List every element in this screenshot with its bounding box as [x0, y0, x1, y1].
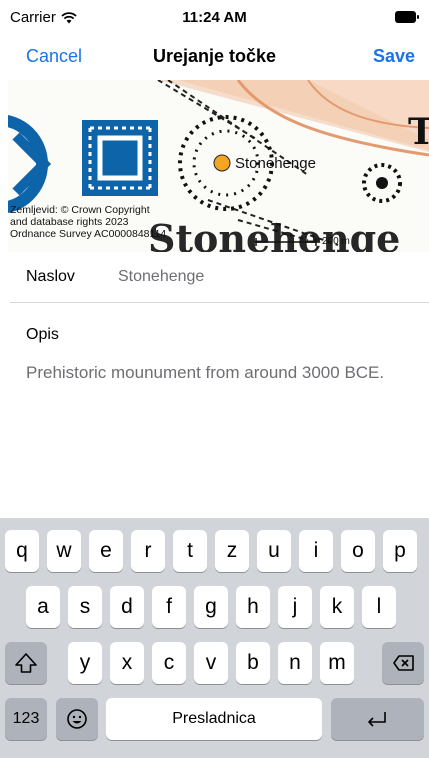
- key-label: f: [166, 595, 172, 618]
- save-button[interactable]: Save: [373, 46, 415, 67]
- status-bar: Carrier 11:24 AM: [0, 0, 429, 36]
- shift-icon: [15, 653, 37, 673]
- key-label: l: [376, 595, 382, 618]
- key-e[interactable]: e: [89, 530, 123, 572]
- description-label: Opis: [26, 326, 59, 343]
- return-icon: [368, 712, 386, 727]
- key-label: c: [163, 651, 175, 674]
- key-d[interactable]: d: [110, 586, 144, 628]
- key-g[interactable]: g: [194, 586, 228, 628]
- navigation-bar: Cancel Urejanje točke Save: [0, 36, 429, 80]
- key-label: k: [331, 595, 343, 618]
- attribution-line: Ordnance Survey AC0000848114: [10, 228, 167, 240]
- key-x[interactable]: x: [110, 642, 144, 684]
- key-label: z: [226, 539, 238, 562]
- attribution-line: and database rights 2023: [10, 216, 129, 228]
- key-label: m: [328, 651, 346, 674]
- key-label: t: [187, 539, 193, 562]
- key-i[interactable]: i: [299, 530, 333, 572]
- key-label: q: [16, 539, 28, 562]
- delete-key[interactable]: [382, 642, 424, 684]
- key-j[interactable]: j: [278, 586, 312, 628]
- key-label: p: [394, 539, 406, 562]
- key-label: y: [79, 651, 91, 674]
- key-o[interactable]: o: [341, 530, 375, 572]
- key-c[interactable]: c: [152, 642, 186, 684]
- title-field-row[interactable]: Naslov Stonehenge: [26, 266, 406, 290]
- attribution-line: Zemljevid: © Crown Copyright: [10, 204, 150, 216]
- key-h[interactable]: h: [236, 586, 270, 628]
- key-f[interactable]: f: [152, 586, 186, 628]
- key-label: v: [205, 651, 217, 674]
- key-b[interactable]: b: [236, 642, 270, 684]
- key-label: x: [121, 651, 133, 674]
- title-field-value[interactable]: Stonehenge: [118, 268, 204, 286]
- return-key[interactable]: [331, 698, 424, 740]
- divider: [10, 302, 429, 303]
- key-label: e: [100, 539, 112, 562]
- title-field-label: Naslov: [26, 268, 75, 285]
- status-time: 11:24 AM: [182, 9, 247, 26]
- page-title: Urejanje točke: [152, 46, 277, 66]
- key-q[interactable]: q: [5, 530, 39, 572]
- key-w[interactable]: w: [47, 530, 81, 572]
- svg-text:Stonehenge: Stonehenge: [148, 216, 400, 252]
- svg-text:T: T: [408, 111, 429, 153]
- map-scale-label: 200 m: [322, 236, 350, 247]
- space-key[interactable]: Presladnica: [106, 698, 322, 740]
- key-label: i: [313, 539, 319, 562]
- key-label: u: [268, 539, 280, 562]
- key-n[interactable]: n: [278, 642, 312, 684]
- key-v[interactable]: v: [194, 642, 228, 684]
- key-s[interactable]: s: [68, 586, 102, 628]
- description-field[interactable]: Prehistoric mounument from around 3000 B…: [26, 362, 416, 384]
- key-m[interactable]: m: [320, 642, 354, 684]
- delete-icon: [393, 655, 414, 671]
- key-label: j: [292, 595, 298, 618]
- key-u[interactable]: u: [257, 530, 291, 572]
- key-label: a: [37, 595, 49, 618]
- key-label: o: [352, 539, 364, 562]
- battery-icon: [395, 11, 419, 23]
- key-label: h: [247, 595, 259, 618]
- map-place-label: Stonehenge: [235, 155, 316, 172]
- key-r[interactable]: r: [131, 530, 165, 572]
- key-a[interactable]: a: [26, 586, 60, 628]
- key-label: d: [121, 595, 133, 618]
- key-label: s: [79, 595, 91, 618]
- map-attribution: Zemljevid: © Crown Copyright and databas…: [10, 204, 166, 240]
- shift-key[interactable]: [5, 642, 47, 684]
- key-z[interactable]: z: [215, 530, 249, 572]
- key-k[interactable]: k: [320, 586, 354, 628]
- emoji-icon: [67, 709, 87, 729]
- key-label: g: [205, 595, 217, 618]
- key-p[interactable]: p: [383, 530, 417, 572]
- key-label: n: [289, 651, 301, 674]
- key-y[interactable]: y: [68, 642, 102, 684]
- key-label: 123: [12, 710, 40, 727]
- key-label: w: [56, 539, 72, 562]
- keyboard: q w e r t z u i o p a s d f g h j k l y …: [0, 518, 429, 758]
- key-label: Presladnica: [172, 710, 256, 727]
- key-l[interactable]: l: [362, 586, 396, 628]
- map-view[interactable]: T Stonehenge Stonehenge Zemljevid: © Cro…: [8, 80, 429, 252]
- emoji-key[interactable]: [56, 698, 98, 740]
- key-label: b: [247, 651, 259, 674]
- key-t[interactable]: t: [173, 530, 207, 572]
- key-label: r: [144, 539, 152, 562]
- numbers-key[interactable]: 123: [5, 698, 47, 740]
